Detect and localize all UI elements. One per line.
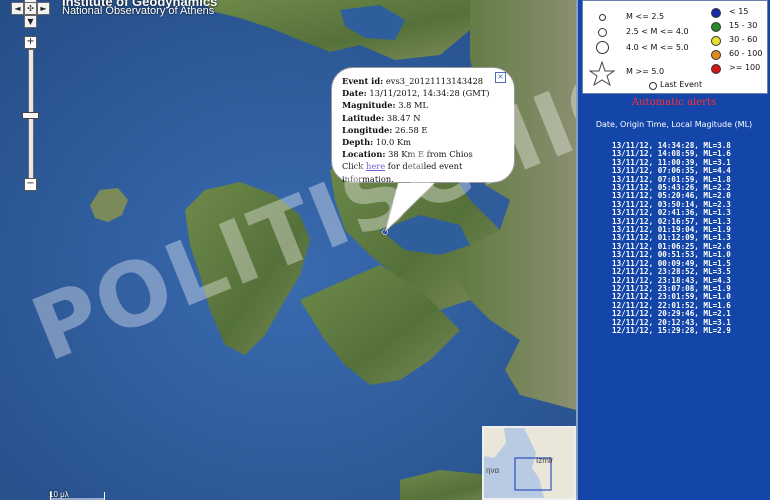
mag-legend-4: M >= 5.0 (626, 67, 665, 76)
depth-legend-3: 30 - 60 (729, 35, 758, 44)
depth-legend-dot-3 (711, 36, 721, 46)
mag-legend-1: M <= 2.5 (626, 12, 665, 21)
popup-click-row: Click here for detailed event informatio… (342, 161, 463, 184)
popup-date: Date: 13/11/2012, 14:34:28 (GMT) (342, 88, 490, 99)
zoom-out-button[interactable]: − (24, 178, 37, 191)
legend-box: M <= 2.5 2.5 < M <= 4.0 4.0 < M <= 5.0 M… (582, 0, 768, 94)
depth-legend-dot-2 (711, 22, 721, 32)
zoom-slider-thumb[interactable] (22, 112, 39, 119)
depth-legend-dot-4 (711, 50, 721, 60)
sidebar-panel: M <= 2.5 2.5 < M <= 4.0 4.0 < M <= 5.0 M… (576, 0, 770, 500)
pan-down-icon[interactable]: ▼ (24, 15, 37, 28)
depth-legend-2: 15 - 30 (729, 21, 758, 30)
pan-right-icon[interactable]: ► (37, 2, 50, 15)
map-canvas[interactable]: Institute of Geodynamics National Observ… (0, 0, 576, 500)
mag-legend-3: 4.0 < M <= 5.0 (626, 43, 689, 52)
alerts-subtitle: Date, Origin Time, Local Magitude (ML) (595, 120, 753, 129)
event-info-popup: × Event id: evs3_20121113143428 Date: 13… (331, 67, 515, 184)
popup-event-id: Event id: evs3_20121113143428 (342, 76, 484, 86)
alerts-title: Automatic alerts (631, 97, 717, 108)
mag-legend-medium-icon (598, 28, 607, 37)
alerts-list: 13/11/12, 14:34:28, ML=3.8 13/11/12, 14:0… (612, 141, 762, 335)
pan-left-icon[interactable]: ◄ (11, 2, 24, 15)
popup-depth: Depth: 10.0 Km (342, 137, 412, 148)
mag-legend-2: 2.5 < M <= 4.0 (626, 27, 689, 36)
scale-line (50, 492, 105, 500)
popup-longitude: Longitude: 26.58 E (342, 124, 428, 135)
overview-terrain (484, 428, 574, 498)
last-event-icon (649, 82, 657, 90)
depth-legend-1: < 15 (729, 7, 749, 16)
popup-location: Location: 38 Km E from Chios (342, 149, 473, 160)
popup-magnitude: Magnitude: 3.8 ML (342, 100, 429, 111)
zoom-in-button[interactable]: + (24, 36, 37, 49)
popup-latitude: Latitude: 38.47 N (342, 112, 421, 123)
mag-legend-star-icon (589, 61, 615, 87)
last-event-label: Last Event (660, 80, 703, 89)
mag-legend-small-icon (599, 14, 606, 21)
overview-label-right: Izmir (536, 456, 554, 465)
mag-legend-large-icon (596, 41, 609, 54)
overview-label-left: ηνα (486, 466, 500, 475)
depth-legend-5: >= 100 (729, 63, 761, 72)
overview-map[interactable]: ηνα Izmir (482, 426, 576, 500)
alert-item[interactable]: 12/11/12, 15:29:28, ML=2.9 (612, 326, 762, 335)
depth-legend-dot-1 (711, 8, 721, 18)
event-detail-link[interactable]: here (366, 161, 385, 171)
depth-legend-4: 60 - 100 (729, 49, 763, 58)
pan-center-icon[interactable]: ✣ (24, 2, 37, 15)
depth-legend-dot-5 (711, 64, 721, 74)
close-icon[interactable]: × (495, 72, 506, 83)
institute-subtitle: National Observatory of Athens (62, 5, 215, 17)
